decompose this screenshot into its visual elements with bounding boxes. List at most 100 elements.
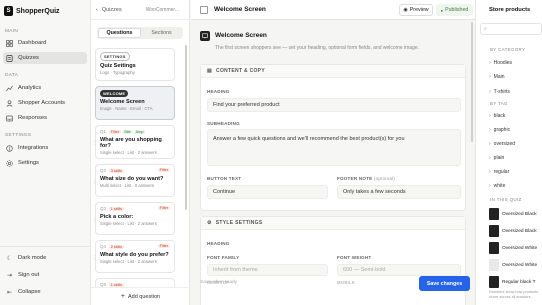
save-changes-button[interactable]: Save changes xyxy=(419,276,470,291)
collapse-icon: ⇤ xyxy=(6,289,13,296)
skills-tag: 1 skills xyxy=(108,207,125,211)
chevron-right-icon: › xyxy=(489,126,491,133)
divider xyxy=(0,246,91,247)
product-item[interactable]: Oversized White xyxy=(489,240,542,256)
product-thumbnail xyxy=(489,225,499,237)
drag-handle-icon[interactable]: ⋮⋮ xyxy=(92,179,102,185)
font-family-select[interactable]: Inherit from theme xyxy=(207,264,328,276)
drag-handle-icon[interactable]: ⋮⋮ xyxy=(92,217,102,223)
tag-graphic[interactable]: › graphic xyxy=(489,124,542,135)
preview-button[interactable]: ◉ Preview xyxy=(399,4,433,16)
published-status-button[interactable]: ● Published xyxy=(436,4,473,16)
font-weight-label: FONT WEIGHT xyxy=(337,255,372,260)
settings-badge: SETTINGS xyxy=(100,52,130,61)
sidebar-item-settings[interactable]: Settings xyxy=(3,157,87,169)
question-number: Q2 xyxy=(100,168,107,173)
chevron-right-icon: › xyxy=(489,154,491,161)
question-card-q5[interactable]: Q5 1 skills xyxy=(95,278,175,287)
back-to-quizzes-link[interactable]: Quizzes xyxy=(102,7,122,13)
heading-input[interactable]: Find your preferred product xyxy=(207,98,461,112)
dark-mode-toggle[interactable]: ☾ Dark mode xyxy=(3,252,87,264)
quiz-settings-card[interactable]: SETTINGS Quiz Settings Logo · Typography xyxy=(95,48,175,81)
category-t-shirts[interactable]: › T-shirts xyxy=(489,86,542,97)
sign-out-icon: ⇥ xyxy=(6,272,13,279)
button-text-input[interactable]: Continue xyxy=(207,185,328,199)
plug-icon xyxy=(6,144,13,152)
save-hint: Save when ready xyxy=(200,280,238,285)
product-thumbnail xyxy=(489,276,499,288)
question-card-q3[interactable]: ⋮⋮ Q3 1 skills Filter Pick a color: Singl… xyxy=(92,202,175,235)
sidebar-item-label: Analytics xyxy=(18,85,42,91)
eye-icon: ◉ xyxy=(403,7,408,13)
skills-tag: 2 skills xyxy=(108,245,125,249)
scrollbar[interactable] xyxy=(185,45,187,210)
product-item[interactable]: Regular black T xyxy=(489,274,542,290)
published-label: Published xyxy=(445,7,469,13)
chevron-right-icon: › xyxy=(489,112,491,119)
screen-icon xyxy=(200,31,210,41)
mobile-label: MOBILE xyxy=(337,280,355,285)
screen-icon xyxy=(200,6,208,14)
tab-questions[interactable]: Questions xyxy=(98,28,141,38)
card-title: Quiz Settings xyxy=(100,63,136,69)
sign-out-button[interactable]: ⇥ Sign out xyxy=(3,269,87,281)
sidebar-item-dashboard[interactable]: Dashboard xyxy=(3,37,87,49)
question-meta: Single select · List · 2 answers xyxy=(100,221,157,226)
subheading-textarea[interactable]: Answer a few quick questions and we'll r… xyxy=(207,129,461,166)
tag-section-label: BY TAG xyxy=(490,101,508,106)
tag-white[interactable]: › white xyxy=(489,180,542,191)
brand[interactable]: S ShopperQuiz xyxy=(4,6,60,16)
in-quiz-section-label: IN THIS QUIZ xyxy=(490,197,522,202)
tab-sections[interactable]: Sections xyxy=(141,28,182,38)
question-card-q2[interactable]: ⋮⋮ Q2 3 skills Filter What size do you wa… xyxy=(92,164,175,197)
scrollbar[interactable] xyxy=(471,22,473,142)
style-icon: ⚙ xyxy=(207,220,212,226)
question-card-q4[interactable]: ⋮⋮ Q4 2 skills Filter What style do you p… xyxy=(92,240,175,273)
section-label-main: MAIN xyxy=(5,29,19,34)
tag-regular[interactable]: › regular xyxy=(489,166,542,177)
welcome-badge: WELCOME xyxy=(100,90,129,97)
product-item[interactable]: Oversized White xyxy=(489,257,542,273)
sidebar-item-responses[interactable]: Responses xyxy=(3,112,87,124)
grid-icon xyxy=(6,39,13,47)
tag-black[interactable]: › black xyxy=(489,110,542,121)
skills-tag: 3 skills xyxy=(108,169,125,173)
category-hoodies[interactable]: › Hoodies xyxy=(489,57,542,68)
tag-oversized[interactable]: › oversized xyxy=(489,138,542,149)
font-weight-select[interactable]: 600 — Semi-bold xyxy=(337,264,461,276)
drag-handle-icon[interactable]: ⋮⋮ xyxy=(92,140,102,146)
sidebar-item-analytics[interactable]: Analytics xyxy=(3,82,87,94)
moon-icon: ☾ xyxy=(6,255,13,262)
amp-tag: Amp xyxy=(133,130,146,134)
question-title: Pick a color: xyxy=(100,214,134,220)
question-title: What style do you prefer? xyxy=(100,252,169,258)
product-item[interactable]: Oversized Black xyxy=(489,206,542,222)
chevron-right-icon: › xyxy=(489,182,491,189)
welcome-screen-card[interactable]: WELCOME Welcome Screen Image · Name · Em… xyxy=(95,86,175,120)
footer-note-input[interactable]: Only takes a few seconds xyxy=(337,185,461,199)
section-header[interactable]: ⚙ STYLE SETTINGS xyxy=(201,217,465,230)
add-question-label: Add question xyxy=(127,293,161,300)
product-search-input[interactable]: ⌕ xyxy=(480,23,542,35)
product-thumbnail xyxy=(489,208,499,220)
question-list-panel: ‹ Quizzes WooCommer... Questions Section… xyxy=(91,0,190,305)
sidebar-item-integrations[interactable]: Integrations xyxy=(3,142,87,154)
question-card-q1[interactable]: ⋮⋮ Q1 Filter Site Amp What are you shoppin… xyxy=(92,125,175,159)
question-title: What size do you want? xyxy=(100,176,164,182)
filter-tag: Filter xyxy=(108,130,122,134)
section-header[interactable]: ▤ CONTENT & COPY xyxy=(201,65,465,78)
sidebar-item-quizzes[interactable]: Quizzes xyxy=(3,52,87,64)
store-products-panel: Store products ⌕ BY CATEGORY › Hoodies › M… xyxy=(475,0,542,305)
chevron-right-icon: › xyxy=(489,88,491,95)
gear-icon xyxy=(6,159,13,167)
product-item[interactable]: Oversized Black xyxy=(489,223,542,239)
dark-mode-label: Dark mode xyxy=(18,255,47,261)
tag-plain[interactable]: › plain xyxy=(489,152,542,163)
drag-handle-icon[interactable]: ⋮⋮ xyxy=(92,255,102,261)
collapse-button[interactable]: ⇤ Collapse xyxy=(3,286,87,298)
add-question-button[interactable]: + Add question xyxy=(91,287,190,305)
sidebar-item-shopper-accounts[interactable]: Shopper Accounts xyxy=(3,97,87,109)
card-subtitle: Logo · Typography xyxy=(100,70,135,75)
category-main[interactable]: › Main xyxy=(489,71,542,82)
back-chevron-icon[interactable]: ‹ xyxy=(96,7,98,13)
